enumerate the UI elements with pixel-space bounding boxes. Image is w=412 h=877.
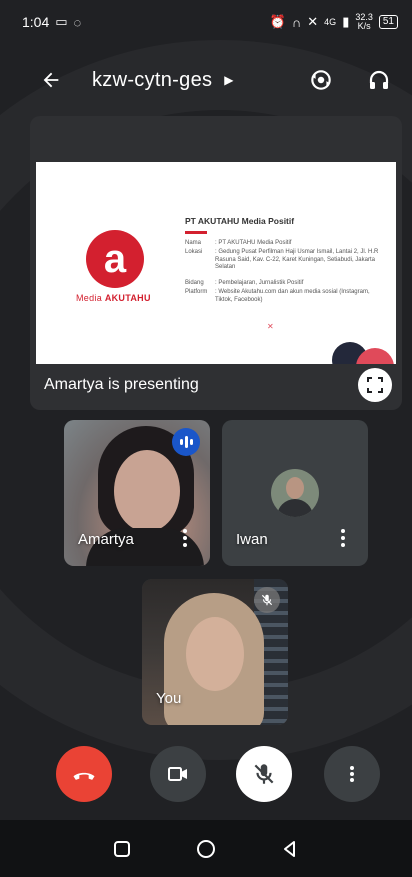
back-button[interactable] [36,65,66,95]
slide-row: Bidang : Pembelajaran, Jurnalistik Posit… [185,280,385,288]
switch-camera-button[interactable] [306,65,336,95]
home-icon [197,839,215,858]
speaking-indicator-icon [172,428,200,456]
shared-slide: a Media AKUTAHU PT AKUTAHU Media Positif… [36,162,396,364]
notification-icon: ▭ [55,14,68,29]
logo-brand-prefix: Media [76,293,103,303]
headphones-icon [369,70,389,89]
avatar [271,469,319,517]
logo-brand-text: Media AKUTAHU [76,293,151,303]
camera-toggle-button[interactable] [150,746,206,802]
battery-icon: 51 [378,15,398,29]
presenting-caption: Amartya is presenting [44,376,199,393]
slide-row: Lokasi : Gedung Pusat Perfilman Haji Usm… [185,249,385,272]
mic-off-icon [254,764,274,784]
more-vert-icon[interactable] [334,526,352,550]
switch-camera-icon [311,70,331,90]
slide-row-value: : Website Akutahu.com dan akun media sos… [215,289,370,303]
presentation-tile[interactable]: a Media AKUTAHU PT AKUTAHU Media Positif… [30,116,402,410]
meeting-title[interactable]: kzw-cytn-ges ▶ [92,69,234,92]
status-time: 1:04 [22,14,50,30]
slide-row-key: Lokasi [185,249,203,255]
akutahu-logo: a [86,230,144,288]
participant-name: You [156,690,182,707]
end-call-icon [73,772,95,780]
participant-name: Amartya [78,531,134,548]
slide-decoration: ✕ [267,322,274,331]
participant-name: Iwan [236,531,268,548]
more-vert-icon[interactable] [176,526,194,550]
system-nav-bar [0,820,412,877]
meeting-code: kzw-cytn-ges [92,68,213,91]
slide-row-value: : Pembelajaran, Jurnalistik Positif [215,280,304,286]
slide-title: PT AKUTAHU Media Positif [185,216,295,226]
more-vert-icon [350,766,354,782]
audio-output-button[interactable] [364,65,394,95]
participant-tile-iwan[interactable]: Iwan [222,420,368,566]
slide-row-key: Platform [185,289,208,295]
mic-off-icon [254,587,280,613]
slide-row-key: Bidang [185,280,204,286]
whatsapp-icon: ◌ [73,14,82,30]
end-call-button[interactable] [56,746,112,802]
arrow-left-icon [43,72,59,88]
camera-icon [168,767,187,781]
headset-status-icon: ∩ [291,14,302,30]
alarm-icon: ⏰ [269,14,286,29]
caret-right-icon: ▶ [224,73,234,87]
participant-tile-self[interactable]: You [142,579,288,725]
net-speed: 32.3 K/s [355,13,373,31]
home-button[interactable] [192,835,220,863]
slide-title-underline [185,231,207,234]
more-options-button[interactable] [324,746,380,802]
net-speed-unit: K/s [357,21,371,31]
signal-label: 4G [324,16,337,27]
slide-row-value: : PT AKUTAHU Media Positif [215,240,292,246]
slide-row: Nama : PT AKUTAHU Media Positif [185,240,385,248]
recents-button[interactable] [108,835,136,863]
status-bar: 1:04 ▭ ◌ ⏰ ∩ ✕ 4G ▮ 32.3 K/s 51 [0,0,412,44]
participant-tile-amartya[interactable]: Amartya [64,420,210,566]
back-nav-button[interactable] [276,835,304,863]
fullscreen-icon [367,377,383,393]
call-controls [0,746,412,806]
slide-row: Platform : Website Akutahu.com dan akun … [185,289,385,304]
logo-brand-name: AKUTAHU [104,293,151,303]
fullscreen-button[interactable] [358,368,392,402]
slide-row-key: Nama [185,240,202,246]
slide-row-value: : Gedung Pusat Perfilman Haji Usmar Isma… [215,249,379,270]
back-triangle-icon [284,840,295,857]
mute-status-icon: ✕ [307,14,319,29]
mic-toggle-button[interactable] [236,746,292,802]
recents-icon [114,840,130,857]
signal-icon: ▮ [342,14,350,29]
app-bar: kzw-cytn-ges ▶ [0,52,412,108]
